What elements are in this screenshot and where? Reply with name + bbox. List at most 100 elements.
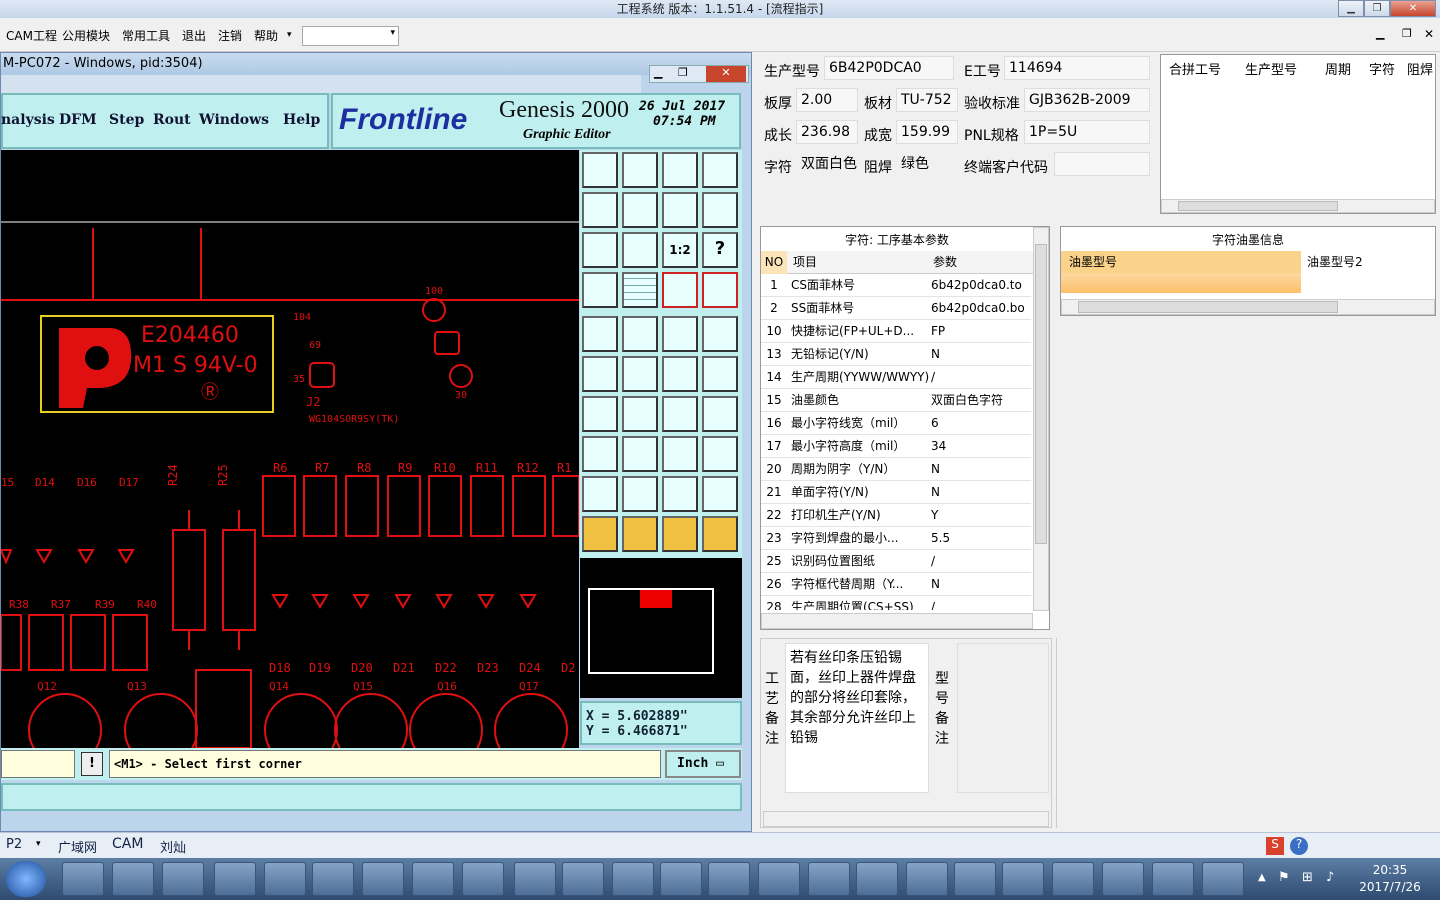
col-no[interactable]: NO — [761, 251, 787, 274]
tool-home-icon[interactable] — [662, 152, 698, 188]
prod-model-field[interactable]: 6B42P0DCA0 — [824, 56, 954, 80]
tool-cross-icon[interactable] — [622, 356, 658, 392]
length-field[interactable]: 236.98 — [796, 120, 858, 144]
tab-wan[interactable]: 广域网 — [58, 837, 97, 856]
taskbar-pdf-icon[interactable] — [462, 862, 504, 896]
customer-code-field[interactable] — [1054, 152, 1150, 176]
model-notes-text[interactable] — [957, 643, 1049, 793]
taskbar-frontline-f-icon[interactable] — [1202, 862, 1244, 896]
tray-flag-icon[interactable]: ⚑ — [1278, 870, 1290, 885]
mdi-close-icon[interactable]: ✕ — [1424, 27, 1434, 41]
menu-tools[interactable]: 常用工具 — [122, 27, 170, 44]
ink-grid[interactable]: 字符油墨信息 油墨型号 油墨型号2 — [1060, 226, 1436, 316]
tool-triangle2-icon[interactable] — [622, 476, 658, 512]
table-row[interactable]: 28 生产周期位置(CS+SS) / — [761, 596, 1031, 610]
tool-import-icon[interactable] — [582, 192, 618, 228]
material-field[interactable]: TU-752 — [896, 88, 958, 112]
col-ink-model[interactable]: 油墨型号 — [1061, 251, 1301, 273]
e-no-field[interactable]: 114694 — [1004, 56, 1150, 80]
tool-layers-icon[interactable] — [662, 272, 698, 308]
tool-line2-icon[interactable] — [702, 356, 738, 392]
genesis-close-icon[interactable]: ✕ — [706, 66, 746, 82]
pcb-canvas[interactable]: E204460 M1 S 94V-0 Ⓡ J2 WG104SOR9SY(TK) … — [1, 150, 579, 748]
tool-ratio-icon[interactable]: 1:2 — [662, 232, 698, 268]
tab-user[interactable]: 刘灿 — [160, 837, 186, 856]
merge-grid-hscroll[interactable] — [1161, 199, 1435, 213]
taskbar-excel-icon[interactable] — [1102, 862, 1144, 896]
width-field[interactable]: 159.99 — [896, 120, 958, 144]
maximize-button[interactable]: ❐ — [1364, 0, 1390, 17]
tray-network-icon[interactable]: ⊞ — [1302, 870, 1313, 885]
help-circle-icon[interactable]: ? — [1290, 837, 1308, 855]
pnl-field[interactable]: 1P=5U — [1024, 120, 1150, 144]
status-field[interactable] — [1, 750, 75, 778]
mdi-minimize-icon[interactable]: ▁ — [1376, 27, 1384, 40]
tool-ruler-icon[interactable] — [662, 316, 698, 352]
tool-triangle-icon[interactable] — [582, 476, 618, 512]
menu-exit[interactable]: 退出 — [182, 27, 206, 44]
table-row[interactable]: 10 快捷标记(FP+UL+D... FP — [761, 320, 1031, 343]
col-mask[interactable]: 阻焊 — [1407, 59, 1433, 78]
tool-pointer2-icon[interactable] — [622, 516, 658, 552]
overview-minimap[interactable] — [580, 558, 742, 698]
ink-scroll-thumb[interactable] — [1078, 301, 1338, 313]
tool-move-icon[interactable] — [582, 436, 618, 472]
menu-logout[interactable]: 注销 — [218, 27, 242, 44]
table-row[interactable]: 13 无铅标记(Y/N) N — [761, 343, 1031, 366]
taskbar-frontline-icon[interactable] — [214, 862, 256, 896]
tool-slash-icon[interactable] — [622, 396, 658, 432]
params-hscroll[interactable] — [761, 613, 1033, 629]
module-combo[interactable]: ▾ — [302, 26, 399, 46]
alert-icon[interactable]: ! — [81, 752, 103, 776]
tool-dot-icon[interactable] — [702, 316, 738, 352]
tray-expand-icon[interactable]: ▲ — [1258, 872, 1266, 883]
tool-snap-icon[interactable] — [702, 192, 738, 228]
char-field[interactable]: 双面白色 — [796, 152, 858, 176]
thickness-field[interactable]: 2.00 — [796, 88, 858, 112]
tool-line-icon[interactable] — [662, 356, 698, 392]
tool-export-icon[interactable] — [622, 192, 658, 228]
minimap-viewport[interactable] — [640, 590, 672, 608]
taskbar-word-icon[interactable] — [312, 862, 354, 896]
tool-triangle3-icon[interactable] — [662, 476, 698, 512]
table-row[interactable]: 2 SS面菲林号 6b42p0dca0.bo — [761, 297, 1031, 320]
tool-connect-icon[interactable] — [582, 356, 618, 392]
tool-shape-icon[interactable] — [622, 316, 658, 352]
mask-field[interactable]: 绿色 — [896, 152, 958, 176]
taskbar-x3-icon[interactable] — [906, 862, 948, 896]
taskbar-save-icon[interactable] — [112, 862, 154, 896]
system-clock[interactable]: 20:35 2017/7/26 — [1352, 862, 1428, 896]
tool-swap-icon[interactable] — [662, 192, 698, 228]
tool-zoom-icon[interactable] — [622, 232, 658, 268]
table-row[interactable]: 20 周期为阴字（Y/N） N — [761, 458, 1031, 481]
tool-fit-icon[interactable] — [582, 232, 618, 268]
notes-hscroll[interactable] — [763, 811, 1049, 827]
table-row[interactable]: 16 最小字符线宽（mil） 6 — [761, 412, 1031, 435]
col-merge-job[interactable]: 合拼工号 — [1169, 59, 1221, 78]
col-ink-model2[interactable]: 油墨型号2 — [1303, 251, 1433, 273]
tool-grid-icon[interactable] — [622, 272, 658, 308]
params-grid[interactable]: 字符: 工序基本参数 NO 项目 参数 1 CS面菲林号 6b42p0dca0.to… — [760, 226, 1050, 630]
genesis-menu-rout[interactable]: Rout — [153, 112, 191, 128]
table-row[interactable]: 15 油墨颜色 双面白色字符 — [761, 389, 1031, 412]
tool-rotate-icon[interactable] — [662, 396, 698, 432]
menu-public[interactable]: 公用模块 — [62, 27, 110, 44]
tool-window-icon[interactable] — [702, 152, 738, 188]
taskbar-app3-icon[interactable] — [612, 862, 654, 896]
tool-triangle4-icon[interactable] — [702, 476, 738, 512]
taskbar-app1-icon[interactable] — [514, 862, 556, 896]
col-char[interactable]: 字符 — [1369, 59, 1395, 78]
taskbar-shell-icon[interactable] — [62, 862, 104, 896]
col-param[interactable]: 参数 — [933, 251, 957, 274]
tab-p2[interactable]: P2 — [6, 837, 22, 852]
taskbar-app5-icon[interactable] — [708, 862, 750, 896]
genesis-menu-windows[interactable]: Windows — [199, 112, 269, 128]
table-row[interactable]: 25 识别码位置图纸 / — [761, 550, 1031, 573]
taskbar-x2-icon[interactable] — [856, 862, 898, 896]
process-notes-text[interactable]: 若有丝印条压铅锡面，丝印上器件焊盘的部分将丝印套除，其余部分允许丝印上铅锡 — [785, 643, 929, 793]
tab-cam[interactable]: CAM — [112, 836, 143, 852]
tool-copy-icon[interactable] — [702, 436, 738, 472]
params-vscroll[interactable] — [1033, 227, 1049, 611]
genesis-menu-analysis[interactable]: nalysis — [1, 112, 55, 128]
tool-pointer-icon[interactable] — [582, 516, 618, 552]
